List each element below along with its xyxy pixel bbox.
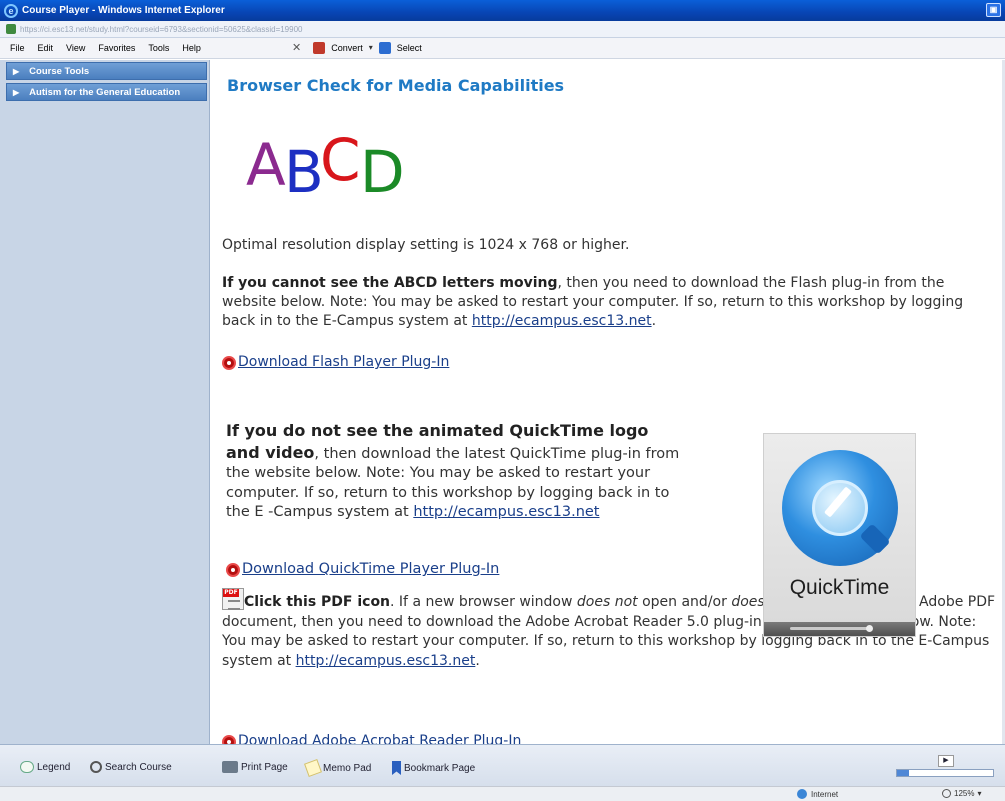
zone-label: Internet: [811, 789, 839, 799]
legend-button[interactable]: Legend: [20, 761, 70, 773]
pdf-icon[interactable]: [222, 588, 244, 610]
address-bar[interactable]: https://ci.esc13.net/study.html?courseid…: [0, 21, 1005, 38]
sidebar-panel: ▶ Course Tools ▶ Autism for the General …: [6, 62, 207, 742]
expand-arrow-icon: ▶: [13, 87, 20, 97]
quicktime-logo-icon: [782, 450, 898, 566]
flash-instructions: If you cannot see the ABCD letters movin…: [222, 274, 992, 331]
window-title: Course Player - Windows Internet Explore…: [22, 5, 225, 16]
expand-arrow-icon: ▶: [13, 66, 20, 76]
quicktime-wordmark: QuickTime: [789, 576, 890, 599]
close-toolbar-icon[interactable]: ✕: [292, 41, 301, 54]
pdf-text-2: open and/or: [637, 594, 732, 610]
menu-file[interactable]: File: [10, 43, 25, 53]
sidebar-item-course-tools[interactable]: ▶ Course Tools: [6, 62, 207, 80]
progress-fill: [897, 770, 909, 776]
zoom-icon: [942, 789, 951, 798]
abcd-letter-c: C: [320, 126, 361, 194]
progress-bar[interactable]: [896, 769, 994, 777]
download-quicktime-link[interactable]: Download QuickTime Player Plug-In: [242, 560, 499, 579]
plugin-download-icon: [222, 355, 236, 370]
pdf-text-1: . If a new browser window: [390, 594, 577, 610]
globe-icon: [797, 789, 807, 799]
bookmark-page-button[interactable]: Bookmark Page: [392, 761, 475, 775]
abcd-letter-d: D: [360, 138, 405, 200]
search-icon: [90, 761, 102, 773]
menu-bar: File Edit View Favorites Tools Help ✕ Co…: [0, 38, 1005, 59]
course-toolbar: Legend Search Course Print Page Memo Pad…: [0, 744, 1005, 786]
memo-pad-label: Memo Pad: [323, 762, 372, 774]
flash-download[interactable]: Download Flash Player Plug-In: [222, 353, 449, 372]
print-page-label: Print Page: [241, 761, 288, 773]
ecampus-link-flash[interactable]: http://ecampus.esc13.net: [472, 313, 652, 329]
quicktime-scrub-knob[interactable]: [866, 625, 873, 632]
quicktime-download[interactable]: Download QuickTime Player Plug-In: [226, 560, 499, 579]
ecampus-link-quicktime[interactable]: http://ecampus.esc13.net: [413, 504, 599, 520]
quicktime-instructions: If you do not see the animated QuickTime…: [226, 421, 686, 523]
course-sidebar: ▶ Course Tools ▶ Autism for the General …: [0, 60, 210, 744]
bookmark-icon: [392, 761, 401, 775]
window-titlebar: e Course Player - Windows Internet Explo…: [0, 0, 1005, 21]
quicktime-logo-tail: [859, 523, 891, 555]
media-control[interactable]: ▶: [896, 755, 996, 779]
sidebar-item-autism-course[interactable]: ▶ Autism for the General Education: [6, 83, 207, 101]
memo-pad-button[interactable]: Memo Pad: [304, 759, 372, 777]
select-button[interactable]: Select: [397, 43, 422, 53]
printer-icon: [222, 761, 238, 773]
plugin-download-icon: [226, 562, 240, 577]
adobe-download[interactable]: Download Adobe Acrobat Reader Plug-In: [222, 732, 521, 744]
menu-help[interactable]: Help: [182, 43, 201, 53]
menu-edit[interactable]: Edit: [38, 43, 54, 53]
zoom-dropdown-icon[interactable]: ▾: [977, 789, 981, 798]
print-page-button[interactable]: Print Page: [222, 761, 288, 773]
flash-end: .: [651, 313, 657, 329]
convert-icon: [313, 41, 326, 54]
quicktime-logo-video[interactable]: QuickTime: [763, 433, 916, 637]
security-zone[interactable]: Internet: [797, 789, 838, 799]
sidebar-item-label: Autism for the General Education: [29, 86, 181, 98]
status-bar: Internet 125% ▾: [0, 786, 1005, 801]
menu-favorites[interactable]: Favorites: [98, 43, 135, 53]
quicktime-logo-inner: [812, 480, 868, 536]
menu-tools[interactable]: Tools: [148, 43, 169, 53]
zoom-control[interactable]: 125% ▾: [942, 789, 981, 798]
pdf-end: .: [475, 652, 480, 669]
abcd-letter-b: B: [284, 138, 324, 200]
restore-window-button[interactable]: ▣: [986, 3, 1001, 17]
pdf-bold-text: Click this PDF icon: [244, 594, 391, 610]
flash-bold-text: If you cannot see the ABCD letters movin…: [222, 275, 558, 291]
page-title: Browser Check for Media Capabilities: [227, 76, 565, 95]
abcd-flash-animation: A B C D: [246, 126, 405, 200]
convert-button[interactable]: Convert: [331, 43, 363, 53]
legend-icon: [20, 761, 34, 773]
zoom-level: 125%: [954, 789, 975, 798]
bookmark-page-label: Bookmark Page: [404, 762, 476, 774]
menu-view[interactable]: View: [66, 43, 85, 53]
quicktime-scrub-track[interactable]: [790, 627, 870, 630]
select-icon: [378, 41, 391, 54]
address-url[interactable]: https://ci.esc13.net/study.html?courseid…: [20, 25, 302, 34]
legend-label: Legend: [37, 761, 71, 773]
search-course-label: Search Course: [105, 761, 172, 773]
pdf-italic-1: does not: [576, 594, 638, 610]
quicktime-controller[interactable]: [764, 622, 915, 636]
abcd-letter-a: A: [246, 131, 286, 199]
plugin-download-icon: [222, 734, 236, 744]
secure-page-icon: [6, 24, 16, 34]
download-adobe-link[interactable]: Download Adobe Acrobat Reader Plug-In: [238, 732, 521, 744]
sidebar-item-label: Course Tools: [29, 65, 90, 77]
ie-logo-icon: e: [4, 3, 18, 18]
download-flash-link[interactable]: Download Flash Player Plug-In: [238, 353, 449, 372]
memo-pad-icon: [304, 759, 322, 777]
ecampus-link-pdf[interactable]: http://ecampus.esc13.net: [296, 653, 476, 669]
search-course-button[interactable]: Search Course: [90, 761, 172, 773]
convert-dropdown-icon[interactable]: ▾: [369, 43, 373, 52]
main-content: Browser Check for Media Capabilities A B…: [212, 60, 1005, 744]
resolution-note: Optimal resolution display setting is 10…: [222, 237, 630, 253]
play-icon[interactable]: ▶: [938, 755, 954, 767]
